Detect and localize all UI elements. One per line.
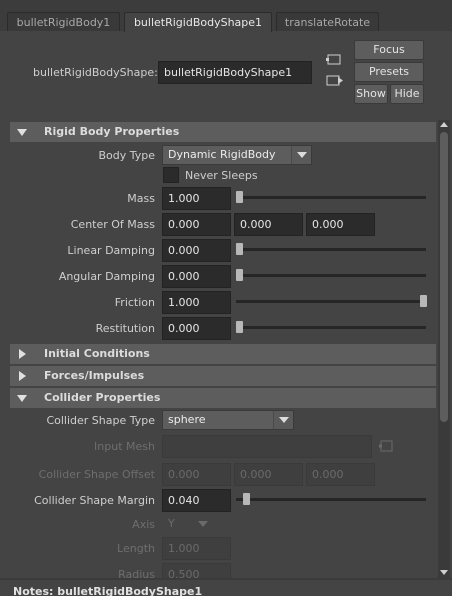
- show-button[interactable]: Show: [354, 84, 388, 104]
- collider-shape-offset-label: Collider Shape Offset: [38, 468, 155, 481]
- angular-damping-label: Angular Damping: [58, 270, 155, 283]
- center-of-mass-x-field[interactable]: 0.000: [162, 213, 231, 236]
- center-of-mass-y-field[interactable]: 0.000: [234, 213, 303, 236]
- input-mesh-connection-icon[interactable]: [378, 439, 394, 453]
- input-mesh-label: Input Mesh: [94, 440, 155, 453]
- output-connection-icon[interactable]: [326, 73, 344, 89]
- restitution-slider-track[interactable]: [236, 326, 426, 329]
- node-name-label: bulletRigidBodyShape:: [33, 66, 158, 79]
- axis-dropdown[interactable]: Y: [162, 514, 214, 534]
- collider-shape-offset-x-field[interactable]: 0.000: [162, 463, 231, 486]
- collider-shape-type-label: Collider Shape Type: [46, 414, 155, 427]
- section-forces-impulses[interactable]: Forces/Impulses: [10, 366, 436, 386]
- collapse-arrow-icon: [17, 129, 27, 136]
- chevron-down-icon: [193, 515, 213, 533]
- attribute-scroll-area[interactable]: Rigid Body Properties Body Type Dynamic …: [0, 120, 452, 578]
- never-sleeps-label: Never Sleeps: [185, 169, 258, 182]
- section-initial-conditions[interactable]: Initial Conditions: [10, 344, 436, 364]
- collider-shape-offset-y-field[interactable]: 0.000: [234, 463, 303, 486]
- radius-field[interactable]: 0.500: [162, 563, 231, 578]
- mass-slider-track[interactable]: [236, 196, 426, 199]
- chevron-down-icon: [291, 146, 311, 164]
- collider-shape-type-dropdown[interactable]: sphere: [162, 410, 294, 430]
- section-rigid-body-properties[interactable]: Rigid Body Properties: [10, 122, 436, 142]
- tab-translate-rotate[interactable]: translateRotate: [276, 12, 379, 31]
- friction-label: Friction: [114, 296, 155, 309]
- mass-slider-handle[interactable]: [236, 191, 243, 203]
- center-of-mass-label: Center Of Mass: [70, 218, 155, 231]
- collider-shape-offset-z-field[interactable]: 0.000: [306, 463, 375, 486]
- linear-damping-label: Linear Damping: [67, 244, 155, 257]
- mass-field[interactable]: 1.000: [162, 187, 231, 210]
- body-type-value: Dynamic RigidBody: [168, 148, 276, 161]
- collider-shape-margin-label: Collider Shape Margin: [34, 494, 155, 507]
- length-field[interactable]: 1.000: [162, 537, 231, 560]
- axis-label: Axis: [132, 518, 155, 531]
- tab-bullet-rigid-body-shape[interactable]: bulletRigidBodyShape1: [124, 12, 272, 32]
- angular-damping-field[interactable]: 0.000: [162, 265, 231, 288]
- linear-damping-slider-track[interactable]: [236, 248, 426, 251]
- vertical-scrollbar[interactable]: [438, 120, 450, 578]
- restitution-field[interactable]: 0.000: [162, 317, 231, 340]
- friction-slider-track[interactable]: [236, 300, 426, 303]
- presets-button[interactable]: Presets: [354, 62, 424, 82]
- notes-divider: [0, 578, 452, 580]
- radius-label: Radius: [118, 568, 155, 578]
- tab-bar: bulletRigidBody1 bulletRigidBodyShape1 t…: [0, 0, 452, 32]
- scrollbar-thumb[interactable]: [440, 132, 448, 422]
- friction-field[interactable]: 1.000: [162, 291, 231, 314]
- section-collider-properties[interactable]: Collider Properties: [10, 388, 436, 408]
- section-title: Rigid Body Properties: [44, 125, 180, 138]
- angular-damping-slider-track[interactable]: [236, 274, 426, 277]
- node-name-field[interactable]: bulletRigidBodyShape1: [158, 61, 312, 84]
- tab-bullet-rigid-body[interactable]: bulletRigidBody1: [7, 12, 120, 31]
- never-sleeps-checkbox[interactable]: [163, 167, 179, 183]
- collapse-arrow-icon: [17, 395, 27, 402]
- section-title: Initial Conditions: [44, 347, 150, 360]
- restitution-label: Restitution: [95, 322, 155, 335]
- collider-shape-type-value: sphere: [168, 413, 206, 426]
- input-mesh-field[interactable]: [162, 435, 372, 458]
- scroll-up-icon[interactable]: [440, 122, 448, 127]
- length-label: Length: [117, 542, 155, 555]
- body-type-label: Body Type: [98, 149, 155, 162]
- mass-label: Mass: [127, 192, 155, 205]
- expand-arrow-icon: [19, 349, 26, 359]
- focus-button[interactable]: Focus: [354, 40, 424, 60]
- axis-value: Y: [168, 517, 175, 530]
- friction-slider-handle[interactable]: [420, 295, 427, 307]
- expand-arrow-icon: [19, 371, 26, 381]
- scroll-down-icon[interactable]: [440, 570, 448, 575]
- body-type-dropdown[interactable]: Dynamic RigidBody: [162, 145, 312, 165]
- hide-button[interactable]: Hide: [390, 84, 424, 104]
- section-title: Collider Properties: [44, 391, 161, 404]
- linear-damping-slider-handle[interactable]: [236, 243, 243, 255]
- linear-damping-field[interactable]: 0.000: [162, 239, 231, 262]
- collider-shape-margin-slider-track[interactable]: [236, 498, 426, 501]
- chevron-down-icon: [273, 411, 293, 429]
- center-of-mass-z-field[interactable]: 0.000: [306, 213, 375, 236]
- collider-shape-margin-slider-handle[interactable]: [243, 493, 250, 505]
- notes-label: Notes: bulletRigidBodyShape1: [13, 585, 203, 596]
- angular-damping-slider-handle[interactable]: [236, 269, 243, 281]
- collider-shape-margin-field[interactable]: 0.040: [162, 489, 231, 512]
- section-title: Forces/Impulses: [44, 369, 145, 382]
- restitution-slider-handle[interactable]: [236, 321, 243, 333]
- input-connection-icon[interactable]: [326, 52, 344, 68]
